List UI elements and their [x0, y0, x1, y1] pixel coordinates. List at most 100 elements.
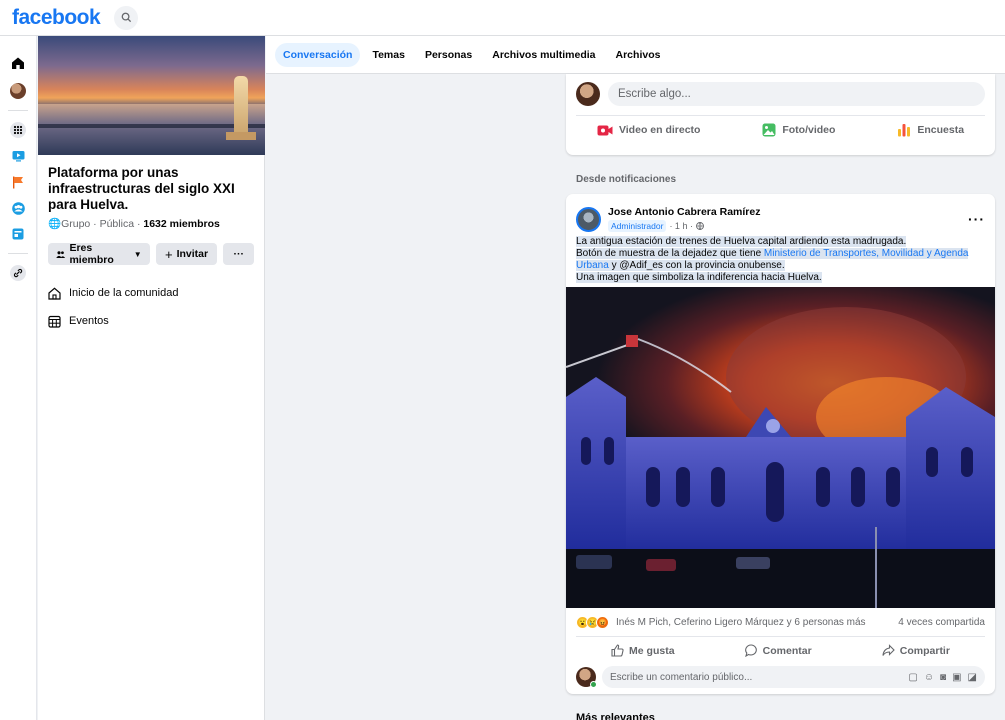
watch-button[interactable]: [5, 143, 31, 169]
post-photo[interactable]: [566, 287, 995, 608]
tab-archivos-multimedia[interactable]: Archivos multimedia: [484, 43, 603, 67]
live-video-icon: [597, 125, 613, 135]
share-label: Compartir: [899, 644, 950, 657]
post-text-line: y @Adif_es con la provincia onubense.: [608, 260, 785, 271]
avatar[interactable]: [576, 667, 597, 688]
group-actions: Eres miembro ▼ + Invitar ···: [38, 230, 264, 266]
camera-icon[interactable]: ◙: [940, 672, 946, 683]
more-dots-icon: ···: [233, 248, 244, 260]
group-meta: 🌐Grupo · Pública · 1632 miembros: [38, 213, 264, 230]
facebook-logo[interactable]: facebook: [12, 6, 101, 30]
menu-button[interactable]: [5, 117, 31, 143]
tab-temas[interactable]: Temas: [364, 43, 413, 67]
sad-reaction-icon: 😡: [596, 615, 609, 629]
flag-icon: [13, 176, 23, 188]
top-bar: facebook: [0, 0, 1005, 36]
invite-button[interactable]: + Invitar: [155, 243, 218, 265]
comment-icon: [744, 644, 757, 657]
feed-section-label: Desde notificaciones: [576, 174, 677, 185]
post-options-button[interactable]: ···: [968, 211, 985, 227]
invite-button-label: Invitar: [176, 248, 209, 260]
like-button[interactable]: Me gusta: [611, 644, 675, 657]
calendar-grid-icon: [48, 315, 61, 328]
search-button[interactable]: [114, 5, 139, 30]
grid-menu-icon: [10, 122, 26, 138]
poll-label: Encuesta: [917, 124, 965, 136]
sort-comments-dropdown[interactable]: Más relevantes: [576, 712, 655, 720]
live-video-button[interactable]: Video en directo: [597, 124, 701, 136]
share-count[interactable]: 4 veces compartida: [898, 617, 985, 628]
avatar[interactable]: [576, 82, 600, 106]
profile-button[interactable]: [5, 78, 31, 104]
globe-icon: [696, 222, 704, 230]
post-subline: Administrador · 1 h ·: [608, 220, 761, 232]
emoji-icon[interactable]: ☺: [924, 672, 934, 683]
feeds-button[interactable]: [5, 221, 31, 247]
tab-archivos[interactable]: Archivos: [608, 43, 669, 67]
link-icon: [10, 265, 26, 281]
sidebar-item-label: Inicio de la comunidad: [69, 287, 179, 299]
sticker-icon[interactable]: ◪: [968, 672, 977, 683]
comment-tools: ▢ ☺ ◙ ▣ ◪: [908, 672, 977, 683]
post-time[interactable]: · 1 h ·: [669, 221, 693, 231]
members-icon: [56, 250, 66, 258]
home-button[interactable]: [5, 50, 31, 76]
home-outline-icon: [48, 287, 61, 300]
search-icon: [121, 12, 131, 23]
reactions-text[interactable]: Inés M Pich, Ceferino Ligero Márquez y 6…: [616, 617, 866, 628]
cover-statue-base: [226, 132, 256, 140]
group-member-count[interactable]: 1632 miembros: [143, 218, 219, 230]
author-avatar[interactable]: [576, 206, 601, 232]
post-text: La antigua estación de trenes de Huelva …: [566, 236, 995, 284]
poll-button[interactable]: Encuesta: [897, 123, 964, 137]
reaction-icons[interactable]: 😮 😢 😡: [576, 615, 609, 629]
post-text-line: La antigua estación de trenes de Huelva …: [576, 236, 907, 247]
home-icon: [12, 57, 24, 69]
gif-icon[interactable]: ▣: [952, 672, 961, 683]
group-cover-photo[interactable]: [38, 36, 265, 155]
sidebar-item-events[interactable]: Eventos: [38, 307, 264, 335]
rail-divider: [8, 110, 28, 111]
share-icon: [882, 644, 895, 656]
share-link-button[interactable]: [5, 260, 31, 286]
comment-label: Comentar: [762, 644, 812, 657]
comment-input[interactable]: Escribe un comentario público... ▢ ☺ ◙ ▣…: [602, 666, 985, 688]
photo-video-button[interactable]: Foto/video: [762, 123, 835, 137]
share-button[interactable]: Compartir: [882, 644, 950, 657]
groups-button[interactable]: [5, 195, 31, 221]
caret-down-icon: ▼: [133, 249, 142, 259]
comment-button[interactable]: Comentar: [744, 644, 812, 657]
post-text-line: Una imagen que simboliza la indiferencia…: [576, 272, 822, 283]
post-actions: Me gusta Comentar Compartir: [576, 636, 985, 664]
photo-video-label: Foto/video: [782, 124, 836, 136]
comment-row: Escribe un comentario público... ▢ ☺ ◙ ▣…: [576, 666, 985, 688]
post-text-line: Botón de muestra de la dejadez que tiene: [576, 248, 764, 259]
avatar: [10, 83, 26, 99]
tab-conversacion[interactable]: Conversación: [275, 42, 361, 67]
photo-icon: [762, 123, 776, 137]
rail-divider: [8, 253, 28, 254]
pages-button[interactable]: [5, 169, 31, 195]
post-header: Jose Antonio Cabrera Ramírez Administrad…: [566, 194, 995, 236]
avatar-sticker-icon[interactable]: ▢: [908, 672, 917, 683]
member-button[interactable]: Eres miembro ▼: [48, 242, 150, 266]
composer-input[interactable]: Escribe algo...: [608, 82, 985, 106]
cover-statue: [234, 76, 248, 136]
comment-placeholder: Escribe un comentario público...: [610, 671, 753, 683]
group-title[interactable]: Plataforma por unas infraestructuras del…: [38, 155, 264, 213]
plus-icon: +: [164, 246, 173, 262]
post-author[interactable]: Jose Antonio Cabrera Ramírez: [608, 206, 761, 218]
live-video-label: Video en directo: [618, 124, 701, 136]
video-icon: [12, 151, 24, 162]
tab-personas[interactable]: Personas: [417, 43, 480, 67]
online-status-dot: [590, 681, 597, 688]
group-more-button[interactable]: ···: [223, 243, 254, 265]
post-composer: Escribe algo... Video en directo Foto/vi…: [566, 74, 995, 155]
sidebar-item-community-home[interactable]: Inicio de la comunidad: [38, 279, 264, 307]
member-button-label: Eres miembro: [69, 242, 114, 266]
group-tabs: Conversación Temas Personas Archivos mul…: [266, 36, 1005, 74]
composer-row: Escribe algo...: [566, 74, 995, 106]
feeds-icon: [12, 228, 24, 240]
like-label: Me gusta: [629, 644, 675, 657]
